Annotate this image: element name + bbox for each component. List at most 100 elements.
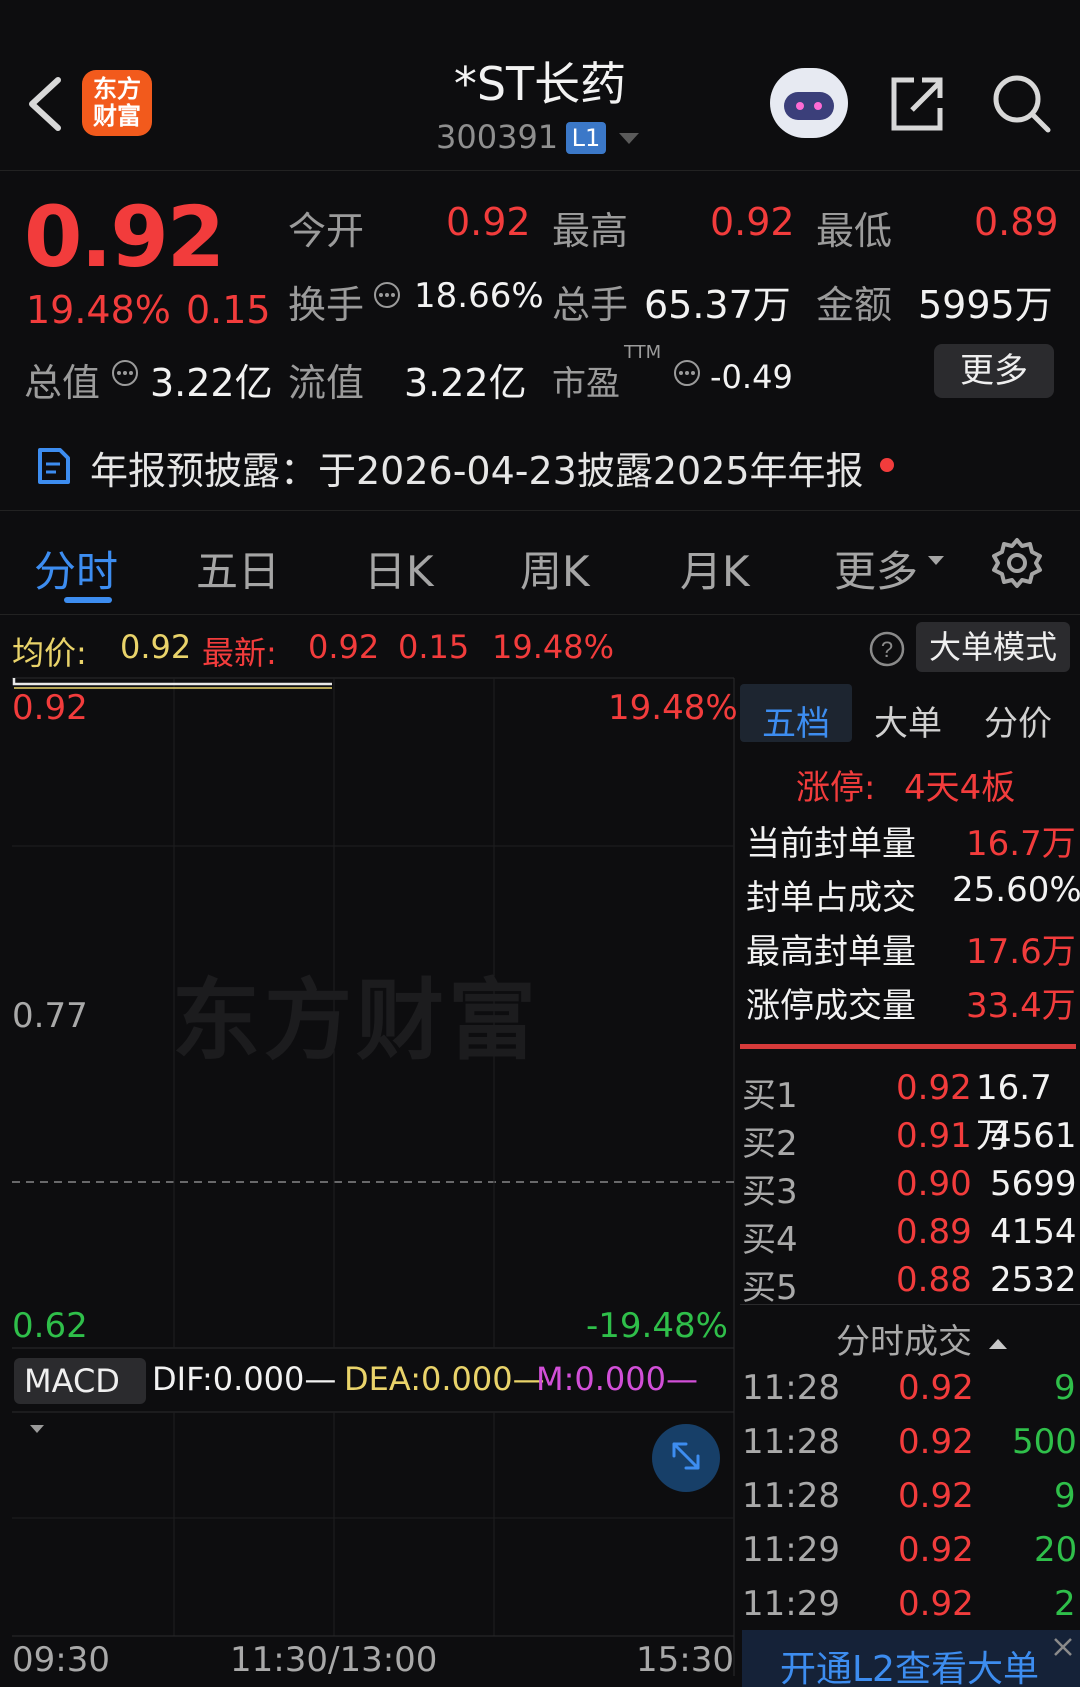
expand-chart-button[interactable] (652, 1424, 720, 1492)
volume-label: 总手 (552, 283, 629, 327)
chevron-down-icon[interactable] (928, 556, 944, 565)
volume-value: 65.37万 (644, 283, 791, 327)
price-line (12, 678, 332, 686)
tab-intraday[interactable]: 分时 (34, 538, 118, 599)
latest-change: 0.15 (398, 628, 470, 666)
tab-five-day[interactable]: 五日 (196, 538, 280, 599)
robot-avatar-icon[interactable] (770, 68, 848, 138)
low-value: 0.89 (974, 200, 1059, 244)
turnover-label: 换手 (288, 283, 365, 327)
tick-volume: 20 (1034, 1530, 1078, 1570)
low-label: 最低 (816, 209, 893, 253)
close-icon[interactable] (1050, 1634, 1076, 1660)
tick-volume: 9 (1054, 1476, 1076, 1516)
bid-label: 买2 (742, 1124, 798, 1164)
time-start: 09:30 (12, 1640, 110, 1680)
level-badge[interactable]: L1 (566, 122, 606, 154)
avg-price-value: 0.92 (120, 628, 192, 666)
stat-label: 最高封单量 (746, 932, 916, 972)
settings-gear-icon[interactable] (990, 536, 1044, 590)
bid-price: 0.88 (896, 1260, 972, 1300)
bid-price: 0.89 (896, 1212, 972, 1252)
big-order-mode-button[interactable]: 大单模式 (916, 622, 1070, 672)
ticks-header[interactable]: 分时成交 (836, 1314, 1007, 1363)
search-icon[interactable] (990, 72, 1054, 136)
macd-dif: DIF:0.000— (152, 1360, 337, 1398)
watermark: 东方财富 (172, 969, 541, 1072)
last-price: 0.92 (24, 188, 225, 286)
tab-monthly-k[interactable]: 月K (680, 538, 750, 599)
help-icon[interactable]: ? (868, 630, 906, 668)
amount-value: 5995万 (918, 283, 1053, 327)
axis-pct-top: 19.48% (608, 688, 738, 728)
stock-code: 300391 (436, 118, 559, 156)
stat-value: 16.7万 (966, 824, 1076, 864)
axis-price-top: 0.92 (12, 688, 88, 728)
svg-text:?: ? (881, 637, 893, 662)
tab-big-orders[interactable]: 大单 (874, 696, 942, 745)
tick-price: 0.92 (898, 1476, 974, 1516)
open-value: 0.92 (446, 200, 531, 244)
tick-list: 11:28 0.92 9 11:28 0.92 500 11:28 0.92 9… (742, 1368, 1078, 1628)
bid-label: 买1 (742, 1076, 798, 1116)
tick-price: 0.92 (898, 1584, 974, 1624)
tick-price: 0.92 (898, 1422, 974, 1462)
change-amount: 0.15 (186, 288, 271, 332)
stat-label: 当前封单量 (746, 824, 916, 864)
axis-price-bottom: 0.62 (12, 1306, 88, 1346)
turnover-value: 18.66% (414, 276, 544, 316)
info-more-icon[interactable] (672, 358, 702, 388)
change-percent: 19.48% (26, 288, 171, 332)
tab-order-book[interactable]: 五档 (762, 696, 830, 745)
level-dropdown-icon[interactable] (619, 133, 639, 144)
tab-price-distribution[interactable]: 分价 (984, 696, 1052, 745)
sort-up-icon (988, 1338, 1007, 1349)
back-icon[interactable] (24, 74, 64, 134)
info-more-icon[interactable] (372, 280, 402, 310)
top-bar: 东方 财富 *ST长药 300391 L1 (0, 0, 1080, 170)
time-end: 15:30 (636, 1640, 734, 1680)
share-icon[interactable] (886, 74, 946, 134)
avg-price-label: 均价: (12, 634, 87, 672)
tab-weekly-k[interactable]: 周K (520, 538, 590, 599)
macd-dif-label: DIF:0.000 (152, 1360, 305, 1398)
more-quote-button[interactable]: 更多 (934, 344, 1054, 398)
macd-dea: DEA:0.000— (344, 1360, 545, 1398)
bid-volume: 4561 (990, 1116, 1077, 1156)
bid-price: 0.92 (896, 1068, 972, 1108)
tick-time: 11:28 (742, 1422, 840, 1462)
l2-promo-text[interactable]: 开通L2查看大单 (780, 1640, 1039, 1687)
market-cap-label: 总值 (24, 361, 101, 405)
tick-volume: 2 (1054, 1584, 1076, 1624)
tab-daily-k[interactable]: 日K (364, 538, 434, 599)
bid-label: 买3 (742, 1172, 798, 1212)
macd-m: M:0.000— (536, 1360, 698, 1398)
tick-price: 0.92 (898, 1368, 974, 1408)
macd-dea-label: DEA:0.000 (344, 1360, 513, 1398)
high-value: 0.92 (710, 200, 795, 244)
tick-time: 11:29 (742, 1530, 840, 1570)
latest-percent: 19.48% (492, 628, 615, 666)
stat-label: 封单占成交 (746, 878, 916, 918)
stat-value: 17.6万 (966, 932, 1076, 972)
axis-price-mid: 0.77 (12, 996, 88, 1036)
tick-volume: 9 (1054, 1368, 1076, 1408)
tab-active-indicator (64, 597, 112, 603)
annual-report-notice[interactable]: 年报预披露：于2026-04-23披露2025年年报 (90, 440, 864, 495)
tick-volume: 500 (1012, 1422, 1077, 1462)
float-cap-value: 3.22亿 (404, 361, 527, 405)
limit-up-streak: 4天4板 (904, 768, 1016, 808)
expand-icon (672, 1442, 700, 1470)
logo-text-top: 东方 (93, 75, 141, 103)
pe-label: 市盈 (552, 364, 620, 404)
intraday-chart[interactable] (0, 676, 736, 1687)
bid-label: 买4 (742, 1220, 798, 1260)
pe-ttm-sup: TTM (624, 342, 662, 363)
tab-more[interactable]: 更多 (834, 538, 918, 599)
info-more-icon[interactable] (110, 358, 140, 388)
indicator-selector[interactable]: MACD (14, 1358, 146, 1433)
bid-list: 买1 0.92 16.7万 买2 0.91 4561 买3 0.90 5699 … (742, 1068, 1077, 1308)
tick-time: 11:28 (742, 1476, 840, 1516)
bid-price: 0.90 (896, 1164, 972, 1204)
stock-title[interactable]: *ST长药 (380, 48, 700, 114)
